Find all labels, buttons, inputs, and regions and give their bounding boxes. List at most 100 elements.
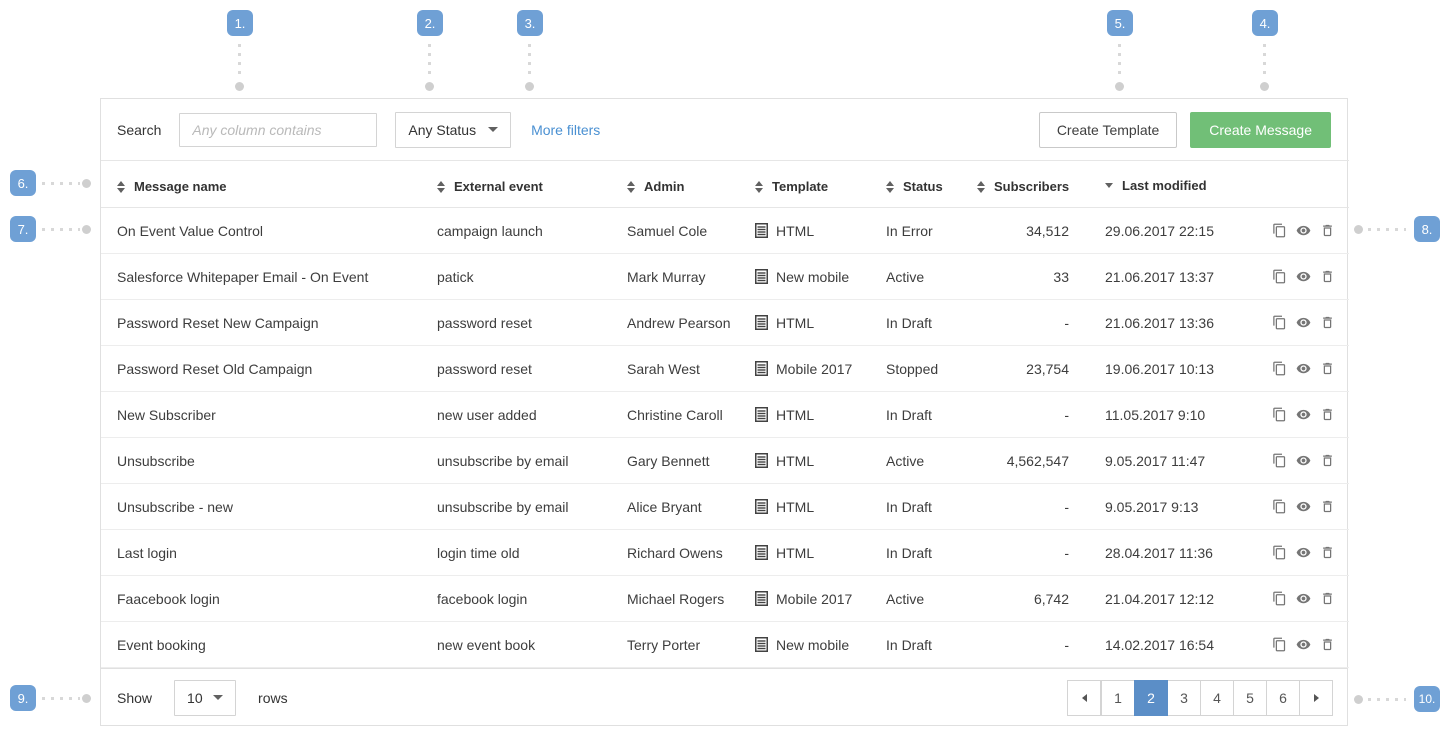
preview-button[interactable] bbox=[1295, 407, 1312, 422]
delete-button[interactable] bbox=[1320, 453, 1335, 468]
duplicate-icon bbox=[1272, 269, 1287, 284]
duplicate-button[interactable] bbox=[1272, 637, 1287, 652]
preview-button[interactable] bbox=[1295, 591, 1312, 606]
messages-table: Message name External event Admin Templa… bbox=[101, 160, 1349, 668]
table-row[interactable]: Salesforce Whitepaper Email - On Event p… bbox=[101, 254, 1349, 300]
table-row[interactable]: Password Reset Old Campaign password res… bbox=[101, 346, 1349, 392]
trash-icon bbox=[1320, 545, 1335, 560]
pagination-page-button[interactable]: 4 bbox=[1200, 680, 1234, 716]
duplicate-button[interactable] bbox=[1272, 361, 1287, 376]
eye-icon bbox=[1295, 315, 1312, 330]
duplicate-button[interactable] bbox=[1272, 315, 1287, 330]
delete-button[interactable] bbox=[1320, 407, 1335, 422]
preview-button[interactable] bbox=[1295, 315, 1312, 330]
column-header[interactable]: External event bbox=[437, 161, 627, 208]
cell-admin: Richard Owens bbox=[627, 530, 755, 576]
delete-button[interactable] bbox=[1320, 637, 1335, 652]
table-row[interactable]: Password Reset New Campaign password res… bbox=[101, 300, 1349, 346]
table-row[interactable]: New Subscriber new user added Christine … bbox=[101, 392, 1349, 438]
preview-button[interactable] bbox=[1295, 637, 1312, 652]
more-filters-link[interactable]: More filters bbox=[531, 122, 600, 138]
status-filter-dropdown[interactable]: Any Status bbox=[395, 112, 511, 148]
cell-subscribers: - bbox=[977, 300, 1069, 346]
table-body: On Event Value Control campaign launch S… bbox=[101, 208, 1349, 668]
table-row[interactable]: Unsubscribe - new unsubscribe by email A… bbox=[101, 484, 1349, 530]
cell-template: HTML bbox=[755, 530, 886, 576]
callout-badge-2: 2. bbox=[417, 10, 443, 36]
duplicate-button[interactable] bbox=[1272, 591, 1287, 606]
delete-button[interactable] bbox=[1320, 223, 1335, 238]
cell-last-modified: 11.05.2017 9:10 bbox=[1069, 392, 1265, 438]
delete-button[interactable] bbox=[1320, 315, 1335, 330]
duplicate-icon bbox=[1272, 361, 1287, 376]
callout-badge-10: 10. bbox=[1414, 686, 1440, 712]
duplicate-button[interactable] bbox=[1272, 499, 1287, 514]
sort-icon bbox=[1105, 183, 1113, 188]
duplicate-button[interactable] bbox=[1272, 407, 1287, 422]
table-row[interactable]: Event booking new event book Terry Porte… bbox=[101, 622, 1349, 668]
preview-button[interactable] bbox=[1295, 223, 1312, 238]
delete-button[interactable] bbox=[1320, 499, 1335, 514]
table-row[interactable]: On Event Value Control campaign launch S… bbox=[101, 208, 1349, 254]
preview-button[interactable] bbox=[1295, 499, 1312, 514]
cell-actions bbox=[1265, 346, 1349, 392]
cell-last-modified: 21.06.2017 13:37 bbox=[1069, 254, 1265, 300]
duplicate-button[interactable] bbox=[1272, 453, 1287, 468]
pagination-page-button[interactable]: 1 bbox=[1101, 680, 1135, 716]
rows-per-page-dropdown[interactable]: 10 bbox=[174, 680, 236, 716]
pagination-page-button[interactable]: 3 bbox=[1167, 680, 1201, 716]
sort-icon bbox=[437, 181, 445, 193]
cell-subscribers: 33 bbox=[977, 254, 1069, 300]
column-header[interactable]: Status bbox=[886, 161, 977, 208]
duplicate-button[interactable] bbox=[1272, 545, 1287, 560]
column-header-actions bbox=[1265, 161, 1349, 208]
table-row[interactable]: Faacebook login facebook login Michael R… bbox=[101, 576, 1349, 622]
cell-template: Mobile 2017 bbox=[755, 576, 886, 622]
eye-icon bbox=[1295, 223, 1312, 238]
rows-label: rows bbox=[258, 690, 288, 706]
search-input[interactable] bbox=[179, 113, 377, 147]
delete-button[interactable] bbox=[1320, 361, 1335, 376]
cell-status: Active bbox=[886, 576, 977, 622]
pagination-prev-button[interactable] bbox=[1067, 680, 1101, 716]
cell-message-name: On Event Value Control bbox=[101, 208, 437, 254]
delete-button[interactable] bbox=[1320, 545, 1335, 560]
column-header[interactable]: Template bbox=[755, 161, 886, 208]
table-header-row: Message name External event Admin Templa… bbox=[101, 161, 1349, 208]
cell-message-name: Event booking bbox=[101, 622, 437, 668]
cell-actions bbox=[1265, 254, 1349, 300]
cell-message-name: Password Reset Old Campaign bbox=[101, 346, 437, 392]
column-header-label: Template bbox=[772, 179, 828, 194]
callout-endpoint-dot bbox=[1354, 695, 1363, 704]
column-header[interactable]: Last modified bbox=[1069, 161, 1265, 208]
cell-status: In Draft bbox=[886, 530, 977, 576]
create-template-button[interactable]: Create Template bbox=[1039, 112, 1177, 148]
duplicate-button[interactable] bbox=[1272, 269, 1287, 284]
table-row[interactable]: Last login login time old Richard Owens … bbox=[101, 530, 1349, 576]
delete-button[interactable] bbox=[1320, 269, 1335, 284]
duplicate-icon bbox=[1272, 637, 1287, 652]
preview-button[interactable] bbox=[1295, 453, 1312, 468]
duplicate-button[interactable] bbox=[1272, 223, 1287, 238]
eye-icon bbox=[1295, 407, 1312, 422]
pagination-page-button[interactable]: 2 bbox=[1134, 680, 1168, 716]
create-message-button[interactable]: Create Message bbox=[1190, 112, 1331, 148]
cell-admin: Terry Porter bbox=[627, 622, 755, 668]
delete-button[interactable] bbox=[1320, 591, 1335, 606]
cell-template: HTML bbox=[755, 484, 886, 530]
right-arrow-icon bbox=[1314, 694, 1319, 702]
callout-connector bbox=[428, 44, 431, 78]
callout-endpoint-dot bbox=[1354, 225, 1363, 234]
pagination-next-button[interactable] bbox=[1299, 680, 1333, 716]
column-header[interactable]: Subscribers bbox=[977, 161, 1069, 208]
duplicate-icon bbox=[1272, 545, 1287, 560]
preview-button[interactable] bbox=[1295, 361, 1312, 376]
pagination-page-button[interactable]: 5 bbox=[1233, 680, 1267, 716]
preview-button[interactable] bbox=[1295, 545, 1312, 560]
preview-button[interactable] bbox=[1295, 269, 1312, 284]
column-header[interactable]: Message name bbox=[101, 161, 437, 208]
column-header[interactable]: Admin bbox=[627, 161, 755, 208]
pagination-page-button[interactable]: 6 bbox=[1266, 680, 1300, 716]
table-row[interactable]: Unsubscribe unsubscribe by email Gary Be… bbox=[101, 438, 1349, 484]
document-lines-icon bbox=[755, 453, 768, 468]
